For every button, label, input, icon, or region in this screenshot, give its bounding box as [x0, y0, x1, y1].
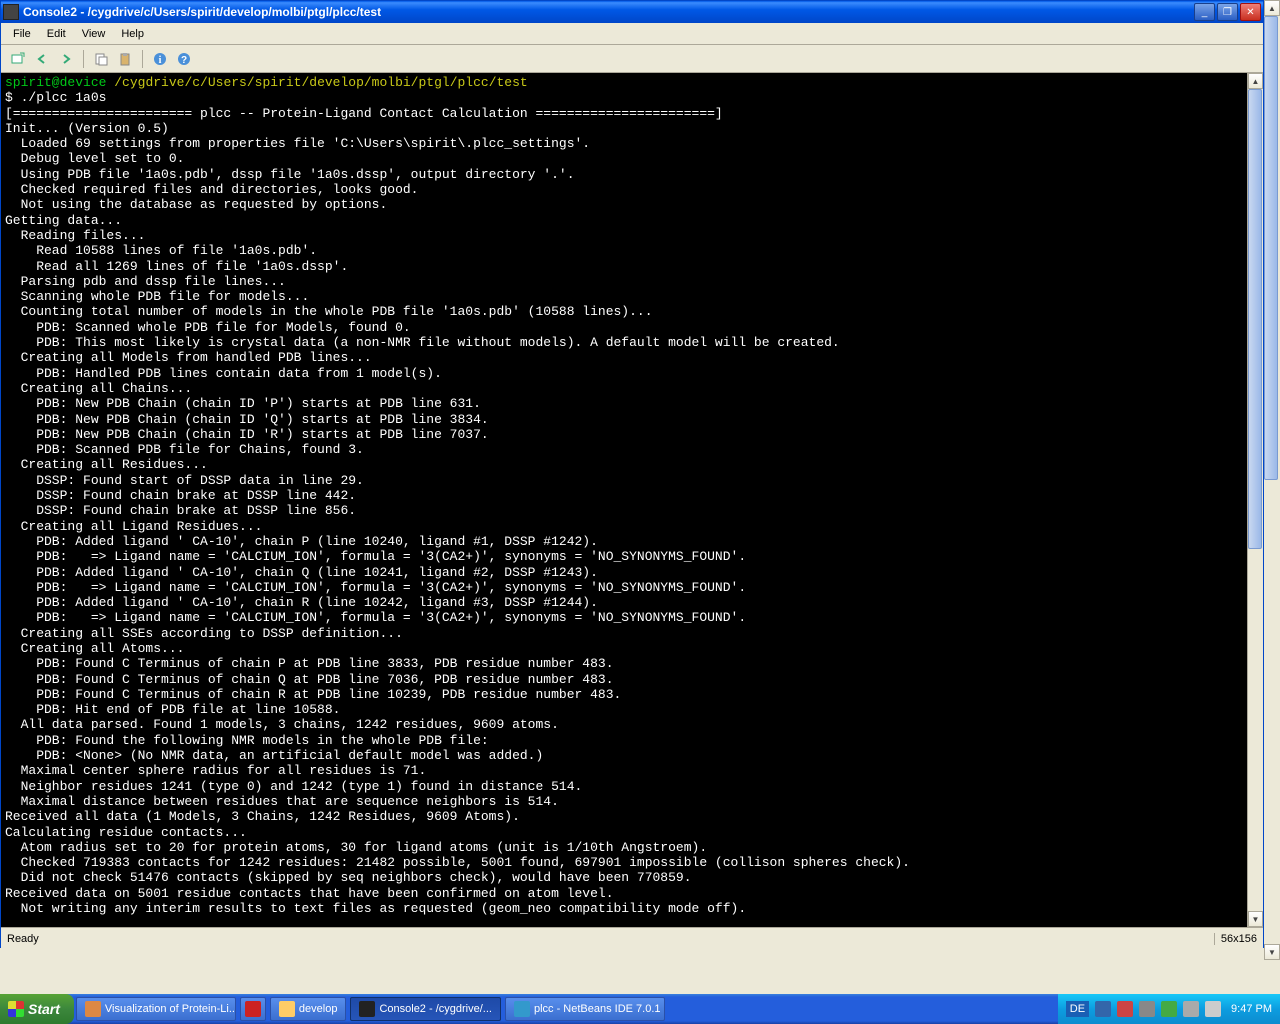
opera-icon [245, 1001, 261, 1017]
menu-help[interactable]: Help [113, 26, 152, 42]
app-icon [3, 4, 19, 20]
scroll-down-icon[interactable]: ▼ [1264, 944, 1280, 960]
scroll-down-icon[interactable]: ▼ [1248, 911, 1263, 927]
menu-view[interactable]: View [74, 26, 114, 42]
tray-icon[interactable] [1139, 1001, 1155, 1017]
maximize-button[interactable]: ❐ [1217, 3, 1238, 21]
paste-button[interactable] [114, 48, 136, 70]
task-netbeans[interactable]: plcc - NetBeans IDE 7.0.1 [505, 997, 665, 1021]
prompt-user: spirit@device [5, 75, 106, 90]
lang-indicator[interactable]: DE [1066, 1001, 1089, 1017]
window-title: Console2 - /cygdrive/c/Users/spirit/deve… [23, 5, 1192, 19]
console-icon [359, 1001, 375, 1017]
minimize-button[interactable]: _ [1194, 3, 1215, 21]
task-opera[interactable] [240, 997, 266, 1021]
scroll-up-icon[interactable]: ▲ [1248, 73, 1263, 89]
svg-text:?: ? [181, 55, 187, 66]
prompt-path: /cygdrive/c/Users/spirit/develop/molbi/p… [114, 75, 527, 90]
tray-icon[interactable] [1117, 1001, 1133, 1017]
task-develop[interactable]: develop [270, 997, 347, 1021]
terminal-scrollbar[interactable]: ▲ ▼ [1247, 73, 1263, 927]
folder-icon [279, 1001, 295, 1017]
terminal-command: $ ./plcc 1a0s [5, 90, 106, 105]
menu-file[interactable]: File [5, 26, 39, 42]
scroll-up-icon[interactable]: ▲ [1264, 0, 1280, 16]
menu-edit[interactable]: Edit [39, 26, 74, 42]
task-console2[interactable]: Console2 - /cygdrive/... [350, 997, 501, 1021]
start-button[interactable]: Start [0, 994, 74, 1024]
task-label: Console2 - /cygdrive/... [379, 1003, 492, 1015]
svg-text:i: i [159, 55, 162, 66]
system-tray: DE 9:47 PM [1058, 994, 1280, 1024]
terminal[interactable]: spirit@device /cygdrive/c/Users/spirit/d… [1, 73, 1247, 927]
statusbar: Ready 56x156 [1, 927, 1263, 949]
tray-icon[interactable] [1161, 1001, 1177, 1017]
info-button[interactable]: i [149, 48, 171, 70]
terminal-output: [======================= plcc -- Protein… [5, 106, 910, 916]
scroll-thumb[interactable] [1248, 89, 1262, 549]
task-label: plcc - NetBeans IDE 7.0.1 [534, 1003, 661, 1015]
volume-icon[interactable] [1205, 1001, 1221, 1017]
windows-logo-icon [8, 1001, 24, 1017]
firefox-icon [85, 1001, 101, 1017]
status-size: 56x156 [1214, 933, 1257, 945]
copy-button[interactable] [90, 48, 112, 70]
forward-button[interactable] [55, 48, 77, 70]
tray-icon[interactable] [1095, 1001, 1111, 1017]
clock[interactable]: 9:47 PM [1231, 1003, 1272, 1015]
task-label: develop [299, 1003, 338, 1015]
menubar: File Edit View Help [1, 23, 1263, 45]
back-button[interactable] [31, 48, 53, 70]
titlebar: Console2 - /cygdrive/c/Users/spirit/deve… [1, 1, 1263, 23]
tray-icon[interactable] [1183, 1001, 1199, 1017]
task-label: Visualization of Protein-Li... [105, 1003, 236, 1015]
status-text: Ready [7, 933, 1214, 945]
new-tab-button[interactable] [7, 48, 29, 70]
outer-scrollbar[interactable]: ▲ ▼ [1264, 0, 1280, 960]
toolbar: i ? [1, 45, 1263, 73]
close-button[interactable]: ✕ [1240, 3, 1261, 21]
help-button[interactable]: ? [173, 48, 195, 70]
task-firefox[interactable]: Visualization of Protein-Li... [76, 997, 236, 1021]
start-label: Start [28, 1001, 60, 1017]
scroll-thumb[interactable] [1264, 16, 1278, 480]
taskbar: Start Visualization of Protein-Li... dev… [0, 994, 1280, 1024]
netbeans-icon [514, 1001, 530, 1017]
